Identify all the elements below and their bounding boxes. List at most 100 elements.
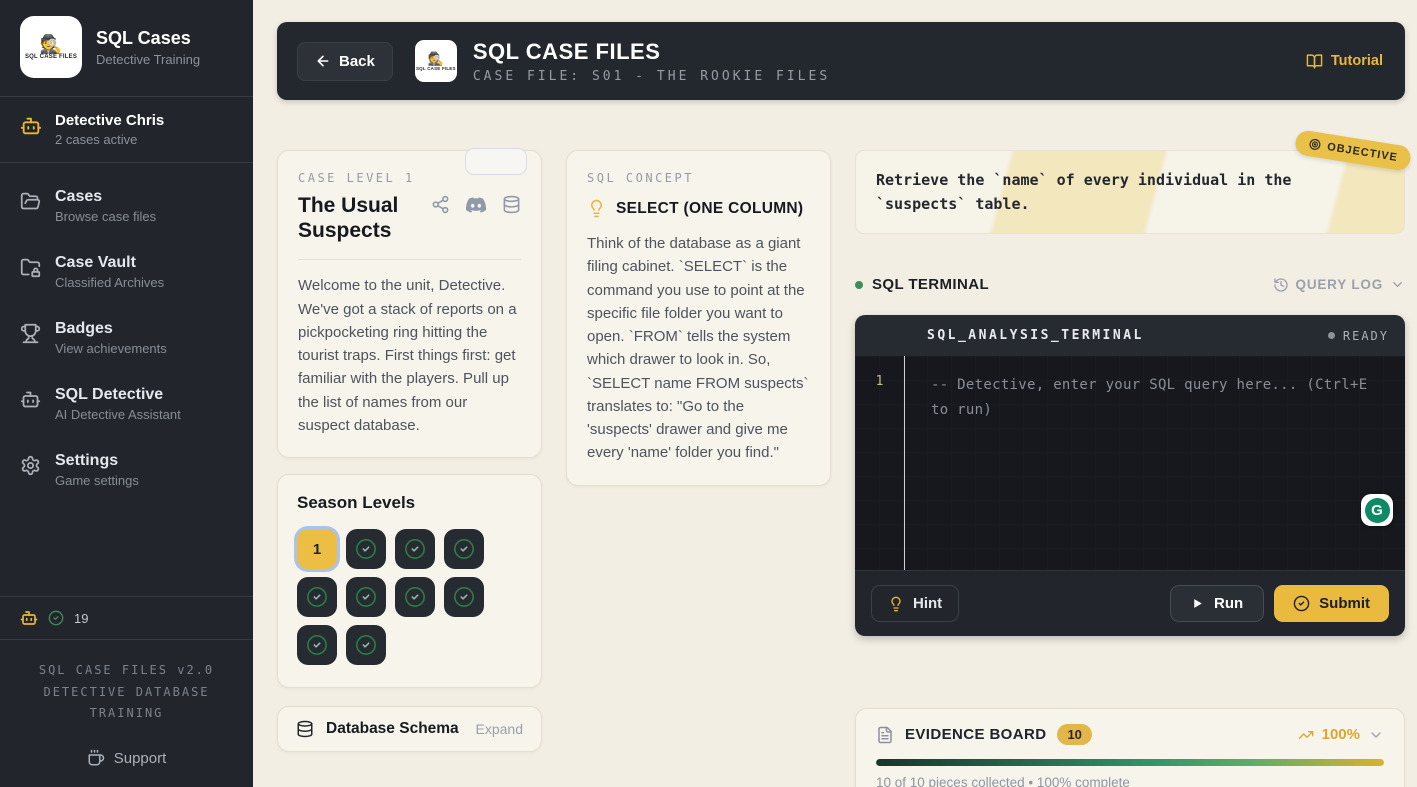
user-status: 2 cases active	[55, 132, 164, 147]
status-dot-green	[855, 281, 863, 289]
play-icon	[1191, 597, 1204, 610]
level-tile[interactable]	[346, 529, 386, 569]
sidebar-item-label: Case Vault	[55, 254, 164, 272]
evidence-expand-toggle[interactable]: 100%	[1298, 726, 1384, 743]
evidence-percent: 100%	[1322, 726, 1360, 743]
history-icon	[1273, 277, 1289, 293]
objective-text: Retrieve the `name` of every individual …	[876, 168, 1384, 216]
level-tile[interactable]	[346, 577, 386, 617]
database-icon[interactable]	[502, 195, 521, 214]
sidebar-item-sub: Classified Archives	[55, 275, 164, 290]
sidebar: 🕵 SQL CASE FILES SQL Cases Detective Tra…	[0, 0, 253, 787]
folder-lock-icon	[20, 257, 41, 278]
terminal-titlebar: SQL_ANALYSIS_TERMINAL READY	[855, 315, 1405, 356]
case-logo: 🕵 SQL CASE FILES	[415, 40, 457, 82]
submit-button[interactable]: Submit	[1274, 585, 1389, 622]
level-tile[interactable]	[297, 577, 337, 617]
version-line1: SQL CASE FILES v2.0	[10, 660, 243, 682]
lightbulb-icon	[888, 596, 904, 612]
sidebar-item-settings[interactable]: Settings Game settings	[0, 437, 253, 503]
trophy-icon	[20, 323, 41, 344]
folder-open-icon	[20, 191, 41, 212]
support-link[interactable]: Support	[0, 733, 253, 787]
chevron-down-icon	[1368, 727, 1384, 743]
level-number: 1	[313, 541, 321, 558]
objective-badge: OBJECTIVE	[1293, 129, 1412, 172]
divider	[298, 259, 521, 260]
level-tile[interactable]	[444, 577, 484, 617]
page-title: SQL CASE FILES	[473, 39, 830, 65]
status-dot-gray	[1328, 332, 1335, 339]
bot-icon	[20, 115, 42, 137]
logo-label: SQL CASE FILES	[25, 54, 77, 60]
trending-up-icon	[1298, 727, 1314, 743]
line-number-gutter: 1	[855, 356, 905, 570]
app-subtitle: Detective Training	[96, 52, 200, 67]
tutorial-button[interactable]: Tutorial	[1306, 53, 1383, 70]
sidebar-item-case-vault[interactable]: Case Vault Classified Archives	[0, 239, 253, 305]
coffee-icon	[87, 749, 105, 767]
user-profile[interactable]: Detective Chris 2 cases active	[0, 97, 253, 163]
user-name: Detective Chris	[55, 112, 164, 129]
target-icon	[1307, 137, 1322, 152]
hint-button[interactable]: Hint	[871, 585, 959, 622]
gear-icon	[20, 455, 41, 476]
back-label: Back	[339, 53, 375, 70]
sidebar-item-sub: Game settings	[55, 473, 139, 488]
lightbulb-icon	[587, 199, 606, 218]
evidence-progress-fill	[876, 759, 1384, 766]
level-tile[interactable]	[444, 529, 484, 569]
schema-expand-button[interactable]: Expand	[476, 721, 523, 737]
sidebar-nav: CasesBrowse case files Case Vault Classif…	[0, 163, 253, 503]
sql-concept-card: SQL CONCEPT SELECT (ONE COLUMN) Think of…	[566, 150, 831, 486]
case-description: Welcome to the unit, Detective. We've go…	[298, 274, 521, 437]
sidebar-item-sub: AI Detective Assistant	[55, 407, 181, 422]
level-tile[interactable]	[395, 577, 435, 617]
check-circle-icon	[355, 538, 377, 560]
run-label: Run	[1214, 595, 1243, 612]
level-tile[interactable]	[297, 625, 337, 665]
main-area: Back 🕵 SQL CASE FILES SQL CASE FILES CAS…	[253, 0, 1417, 787]
query-log-button[interactable]: QUERY LOG	[1273, 277, 1405, 293]
check-circle-icon	[355, 586, 377, 608]
sidebar-item-badges[interactable]: BadgesView achievements	[0, 305, 253, 371]
run-button[interactable]: Run	[1170, 585, 1264, 622]
level-tile[interactable]	[395, 529, 435, 569]
check-circle-icon	[404, 538, 426, 560]
level-tile[interactable]	[346, 625, 386, 665]
level-tile-current[interactable]: 1	[297, 529, 337, 569]
sidebar-stats: 19	[0, 596, 253, 640]
sidebar-item-sub: View achievements	[55, 341, 167, 356]
database-schema-row[interactable]: Database Schema Expand	[277, 706, 542, 752]
case-title: The Usual Suspects	[298, 193, 428, 243]
evidence-board-title: EVIDENCE BOARD	[905, 726, 1046, 743]
sidebar-item-cases[interactable]: CasesBrowse case files	[0, 173, 253, 239]
chevron-down-icon	[1390, 277, 1405, 292]
terminal-footer: Hint Run Submit	[855, 570, 1405, 636]
evidence-progress-track	[876, 759, 1384, 766]
sidebar-item-sql-detective[interactable]: SQL DetectiveAI Detective Assistant	[0, 371, 253, 437]
schema-label: Database Schema	[326, 720, 459, 738]
submit-label: Submit	[1319, 595, 1370, 612]
sql-terminal-window: SQL_ANALYSIS_TERMINAL READY 1 -- Detecti…	[855, 315, 1405, 636]
book-open-icon	[1306, 53, 1323, 70]
back-button[interactable]: Back	[297, 42, 393, 81]
terminal-status: READY	[1328, 329, 1389, 343]
evidence-caption: 10 of 10 pieces collected • 100% complet…	[876, 775, 1384, 787]
share-icon[interactable]	[431, 195, 450, 214]
terminal-editor[interactable]: 1 -- Detective, enter your SQL query her…	[855, 356, 1405, 570]
discord-icon[interactable]	[466, 195, 486, 215]
check-circle-icon	[306, 586, 328, 608]
terminal-title: SQL_ANALYSIS_TERMINAL	[927, 328, 1144, 343]
query-log-label: QUERY LOG	[1296, 277, 1383, 292]
logo-label: SQL CASE FILES	[416, 66, 456, 71]
grammarly-icon[interactable]: G	[1361, 494, 1393, 526]
app-title: SQL Cases	[96, 28, 200, 49]
case-brief-card: CASE LEVEL 1 The Usual Suspects Welcome …	[277, 150, 542, 458]
empty-tooltip	[465, 148, 527, 175]
bot-icon	[20, 389, 41, 410]
sql-editor-input[interactable]: -- Detective, enter your SQL query here.…	[905, 356, 1405, 570]
sidebar-item-label: Settings	[55, 452, 139, 470]
tutorial-label: Tutorial	[1331, 53, 1383, 69]
support-label: Support	[114, 750, 167, 767]
